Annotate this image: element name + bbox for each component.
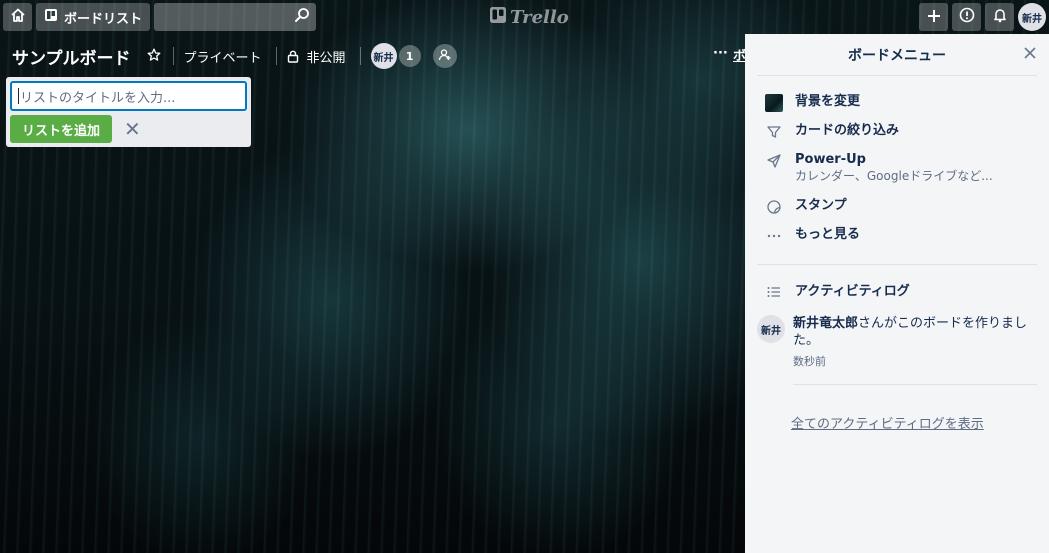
board-menu-title: ボードメニュー: [848, 47, 946, 64]
filter-icon: [765, 123, 783, 141]
header-right-controls: 新井: [919, 3, 1046, 31]
header-divider: [359, 47, 361, 65]
boards-icon: [44, 8, 58, 26]
board-menu-items: 背景を変更 カードの絞り込み Power-Up カレンダー、Googleドライブ…: [745, 76, 1049, 252]
board-header: サンプルボード プライベート 非公開 新井 1 ··· ボ: [0, 40, 746, 72]
user-avatar[interactable]: 新井: [1018, 3, 1046, 31]
board-title[interactable]: サンプルボード: [12, 44, 131, 69]
add-person-icon: [438, 47, 452, 66]
header-divider: [275, 47, 277, 65]
composer-controls: リストを追加 ✕: [10, 115, 247, 143]
menu-item-power-ups[interactable]: Power-Up カレンダー、Googleドライブなど...: [757, 148, 1037, 194]
visibility-label[interactable]: プライベート: [184, 47, 262, 66]
sticker-icon: [765, 198, 783, 216]
star-icon: [147, 47, 161, 66]
activity-avatar[interactable]: 新井: [757, 315, 785, 343]
board-menu-header: ボードメニュー: [757, 34, 1037, 76]
activity-entry: 新井 新井竜太郎さんがこのボードを作りました。 数秒前: [745, 301, 1049, 370]
add-list-button[interactable]: リストを追加: [10, 115, 113, 143]
home-button[interactable]: [3, 3, 32, 31]
close-menu-button[interactable]: [1023, 45, 1037, 64]
menu-item-label: もっと見る: [795, 227, 861, 242]
boards-button[interactable]: ボードリスト: [36, 3, 151, 31]
menu-item-label: Power-Up: [795, 152, 866, 167]
activity-time[interactable]: 数秒前: [793, 353, 1029, 370]
invite-button[interactable]: [432, 44, 457, 68]
activity-list-icon: [765, 283, 783, 301]
menu-item-stickers[interactable]: スタンプ: [757, 194, 1037, 223]
notifications-button[interactable]: [985, 3, 1014, 31]
boards-button-label: ボードリスト: [64, 11, 143, 27]
background-thumbnail: [765, 94, 783, 112]
plus-icon: [927, 8, 941, 27]
close-icon[interactable]: ✕: [124, 119, 141, 139]
star-button[interactable]: [147, 47, 161, 66]
list-title-input[interactable]: リストのタイトルを入力...: [10, 81, 247, 111]
search-input[interactable]: [154, 3, 317, 31]
more-icon: [765, 227, 783, 245]
permission-label[interactable]: 非公開: [307, 47, 346, 66]
member-count-badge[interactable]: 1: [398, 45, 421, 67]
activity-body: 新井竜太郎さんがこのボードを作りました。 数秒前: [793, 315, 1029, 370]
menu-item-label: スタンプ: [795, 198, 847, 213]
close-icon: [1023, 45, 1037, 64]
menu-item-change-background[interactable]: 背景を変更: [757, 90, 1037, 119]
trello-logo[interactable]: Trello: [490, 6, 569, 28]
search-icon: [294, 7, 310, 27]
add-list-composer: リストのタイトルを入力... リストを追加 ✕: [6, 77, 251, 147]
lock-icon: [287, 50, 299, 63]
activity-title: アクティビティログ: [795, 284, 910, 299]
activity-user[interactable]: 新井竜太郎: [793, 316, 858, 331]
rocket-icon: [765, 152, 783, 170]
trello-logo-icon: [490, 6, 506, 28]
board-more-button[interactable]: ···: [713, 46, 728, 61]
list-title-placeholder: リストのタイトルを入力...: [20, 90, 176, 106]
menu-item-label: カードの絞り込み: [795, 123, 900, 138]
activity-section-header: アクティビティログ: [745, 265, 1049, 301]
bell-icon: [992, 7, 1008, 27]
menu-item-label: 背景を変更: [795, 94, 861, 109]
view-all-activity-link[interactable]: 全てのアクティビティログを表示: [745, 385, 1049, 432]
trello-logo-text: Trello: [510, 6, 569, 28]
menu-item-more[interactable]: もっと見る: [757, 223, 1037, 252]
header-divider: [172, 47, 174, 65]
board-menu-panel: ボードメニュー 背景を変更 カードの絞り込み Power-Up カレンダー、Go…: [745, 34, 1049, 553]
board-member-avatar[interactable]: 新井: [370, 43, 397, 69]
home-icon: [10, 7, 26, 27]
info-icon: [959, 7, 975, 27]
text-caret: [18, 88, 19, 104]
info-button[interactable]: [952, 3, 981, 31]
menu-item-filter-cards[interactable]: カードの絞り込み: [757, 119, 1037, 148]
menu-item-subtitle: カレンダー、Googleドライブなど...: [795, 169, 993, 183]
create-button[interactable]: [919, 3, 948, 31]
